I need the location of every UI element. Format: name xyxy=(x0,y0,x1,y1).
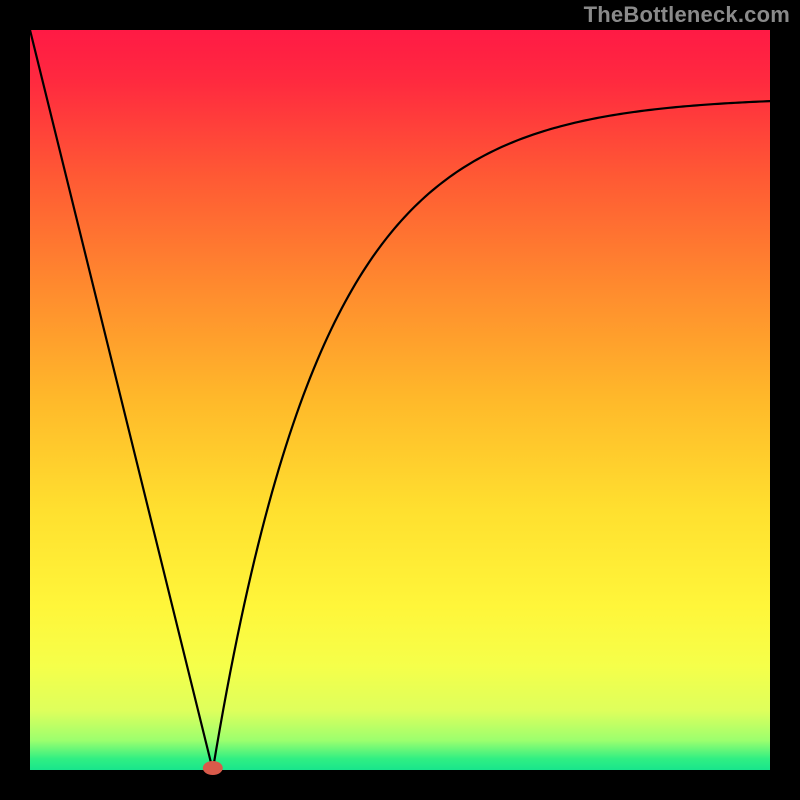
chart-frame: TheBottleneck.com xyxy=(0,0,800,800)
watermark-text: TheBottleneck.com xyxy=(584,2,790,28)
bottleneck-chart xyxy=(0,0,800,800)
plot-area xyxy=(30,30,770,770)
minimum-marker xyxy=(203,761,223,775)
